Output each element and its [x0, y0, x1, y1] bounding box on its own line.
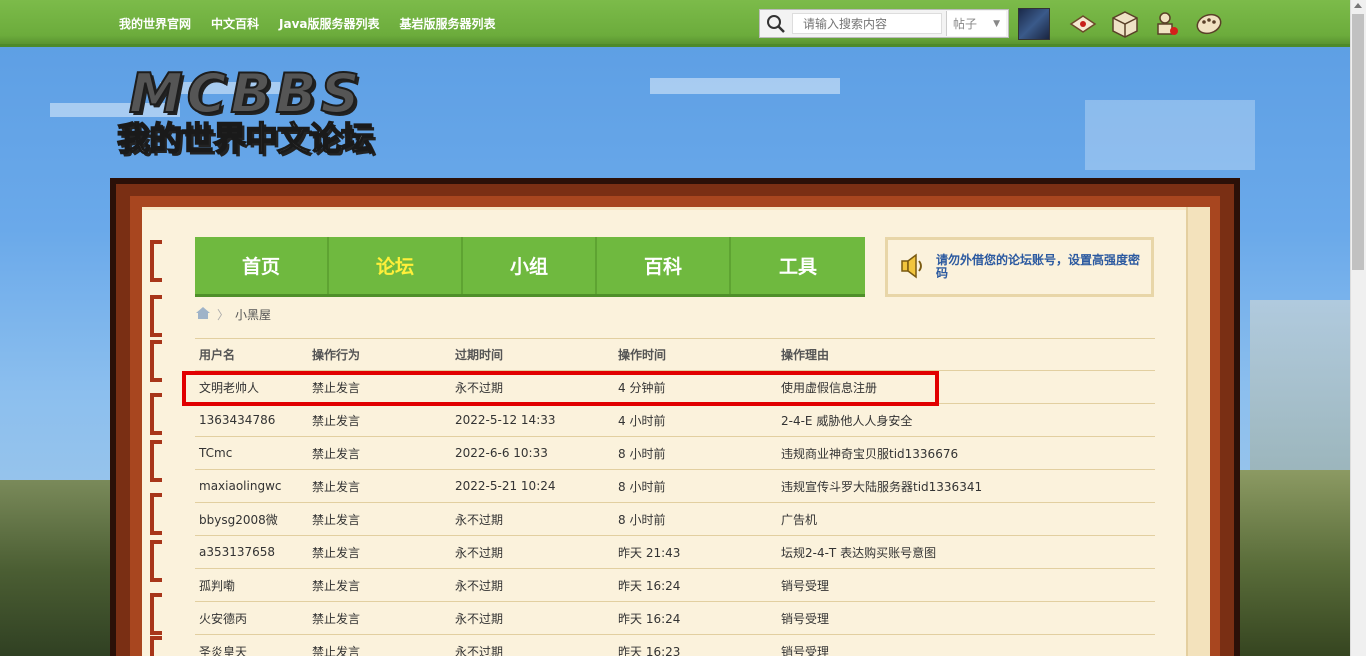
cell-username[interactable]: 圣炎皇天 [195, 643, 308, 656]
scroll-up-arrow[interactable] [1354, 3, 1362, 8]
cell-reason: 坛规2-4-T 表达购买账号意图 [781, 545, 937, 560]
binding-ring [148, 440, 168, 482]
topnav-link-official[interactable]: 我的世界官网 [119, 15, 191, 32]
cell-action: 禁止发言 [312, 413, 361, 428]
cell-reason: 违规宣传斗罗大陆服务器tid1336341 [781, 479, 983, 494]
cell-action: 禁止发言 [312, 611, 361, 626]
box-icon[interactable] [1110, 10, 1140, 38]
cell-reason: 销号受理 [781, 644, 830, 656]
cell-time: 昨天 16:24 [618, 611, 681, 626]
cell-username[interactable]: 1363434786 [195, 413, 308, 427]
binding-ring [148, 493, 168, 535]
binding-ring [148, 295, 168, 337]
table-row: maxiaolingwc 禁止发言 2022-5-21 10:24 8 小时前 违规宣传… [195, 470, 1155, 503]
search-input[interactable] [792, 13, 942, 34]
cell-time: 8 小时前 [618, 479, 666, 494]
cell-action: 禁止发言 [312, 446, 361, 461]
cell-expires: 2022-5-21 10:24 [455, 479, 556, 493]
home-icon[interactable] [195, 306, 211, 323]
cell-expires: 2022-5-12 14:33 [455, 413, 556, 427]
header-reason: 操作理由 [781, 348, 830, 362]
logo-sub-text: 我的世界中文论坛 [116, 118, 375, 159]
search-icon[interactable] [760, 10, 792, 37]
tab-home[interactable]: 首页 [195, 237, 329, 294]
cell-expires: 2022-6-6 10:33 [455, 446, 548, 460]
cell-action: 禁止发言 [312, 512, 361, 527]
cell-expires: 永不过期 [455, 545, 504, 560]
binding-ring [148, 540, 168, 582]
binding-ring [148, 340, 168, 382]
cell-expires: 永不过期 [455, 512, 504, 527]
cell-time: 8 小时前 [618, 446, 666, 461]
binding-ring [148, 393, 168, 435]
breadcrumb: 〉 小黑屋 [195, 306, 271, 323]
top-nav: 我的世界官网 中文百科 Java版服务器列表 基岩版服务器列表 [119, 15, 496, 32]
binding-ring [148, 593, 168, 635]
topnav-link-java-servers[interactable]: Java版服务器列表 [279, 15, 379, 32]
cell-username[interactable]: TCmc [195, 446, 308, 460]
topnav-link-bedrock-servers[interactable]: 基岩版服务器列表 [400, 15, 496, 32]
binding-ring [148, 636, 168, 656]
palette-icon[interactable] [1194, 10, 1224, 38]
header-action: 操作行为 [312, 348, 361, 362]
table-header: 用户名 操作行为 过期时间 操作时间 操作理由 [195, 338, 1155, 371]
tab-groups[interactable]: 小组 [463, 237, 597, 294]
speaker-icon [900, 252, 926, 283]
site-logo[interactable]: MCBBS 我的世界中文论坛 [116, 61, 382, 159]
cell-action: 禁止发言 [312, 578, 361, 593]
scrollbar-thumb[interactable] [1352, 14, 1364, 270]
chevron-down-icon: ▼ [993, 18, 1000, 29]
cell-username[interactable]: a353137658 [195, 545, 308, 559]
highlight-box [182, 371, 939, 406]
cell-time: 8 小时前 [618, 512, 666, 527]
binding-ring [148, 240, 168, 282]
cell-reason: 2-4-E 威胁他人人身安全 [781, 413, 913, 428]
main-nav-tabs: 首页 论坛 小组 百科 工具 [195, 237, 865, 297]
cell-username[interactable]: 孤判嘞 [195, 577, 308, 594]
notice-banner: 请勿外借您的论坛账号，设置高强度密码 [885, 237, 1154, 297]
cell-time: 昨天 16:23 [618, 644, 681, 656]
cell-username[interactable]: bbysg2008微 [195, 511, 308, 528]
search-type-select[interactable]: 帖子 ▼ [946, 11, 1006, 36]
tab-wiki[interactable]: 百科 [597, 237, 731, 294]
top-bar: 我的世界官网 中文百科 Java版服务器列表 基岩版服务器列表 帖子 ▼ [0, 0, 1350, 47]
cell-action: 禁止发言 [312, 479, 361, 494]
cell-username[interactable]: maxiaolingwc [195, 479, 308, 493]
search-type-label: 帖子 [953, 17, 978, 31]
header-username: 用户名 [199, 348, 236, 362]
cell-action: 禁止发言 [312, 644, 361, 656]
page-edge [1186, 207, 1210, 656]
topnav-link-wiki[interactable]: 中文百科 [211, 15, 259, 32]
cell-expires: 永不过期 [455, 611, 504, 626]
envelope-icon[interactable] [1068, 10, 1098, 38]
search-box: 帖子 ▼ [759, 9, 1009, 38]
breadcrumb-current[interactable]: 小黑屋 [235, 306, 271, 323]
cell-reason: 销号受理 [781, 611, 830, 626]
table-row: 孤判嘞 禁止发言 永不过期 昨天 16:24 销号受理 [195, 569, 1155, 602]
cell-expires: 永不过期 [455, 644, 504, 656]
table-row: bbysg2008微 禁止发言 永不过期 8 小时前 广告机 [195, 503, 1155, 536]
avatar[interactable] [1018, 8, 1050, 40]
notice-text[interactable]: 请勿外借您的论坛账号，设置高强度密码 [936, 254, 1146, 280]
cell-username[interactable]: 火安德丙 [195, 610, 308, 627]
cell-reason: 销号受理 [781, 578, 830, 593]
user-icon[interactable] [1152, 10, 1182, 38]
table-row: a353137658 禁止发言 永不过期 昨天 21:43 坛规2-4-T 表达购买账号… [195, 536, 1155, 569]
table-row: 圣炎皇天 禁止发言 永不过期 昨天 16:23 销号受理 [195, 635, 1155, 656]
cell-reason: 违规商业神奇宝贝服tid1336676 [781, 446, 959, 461]
header-expires: 过期时间 [455, 348, 504, 362]
tab-tools[interactable]: 工具 [731, 237, 865, 294]
table-row: 火安德丙 禁止发言 永不过期 昨天 16:24 销号受理 [195, 602, 1155, 635]
tab-forum[interactable]: 论坛 [329, 237, 463, 294]
table-row: 1363434786 禁止发言 2022-5-12 14:33 4 小时前 2-4-E … [195, 404, 1155, 437]
cell-expires: 永不过期 [455, 578, 504, 593]
cell-time: 昨天 21:43 [618, 545, 681, 560]
breadcrumb-separator: 〉 [217, 308, 230, 322]
cell-time: 4 小时前 [618, 413, 666, 428]
cell-action: 禁止发言 [312, 545, 361, 560]
table-row: TCmc 禁止发言 2022-6-6 10:33 8 小时前 违规商业神奇宝贝服tid1… [195, 437, 1155, 470]
header-time: 操作时间 [618, 348, 667, 362]
cell-time: 昨天 16:24 [618, 578, 681, 593]
cell-reason: 广告机 [781, 512, 818, 527]
